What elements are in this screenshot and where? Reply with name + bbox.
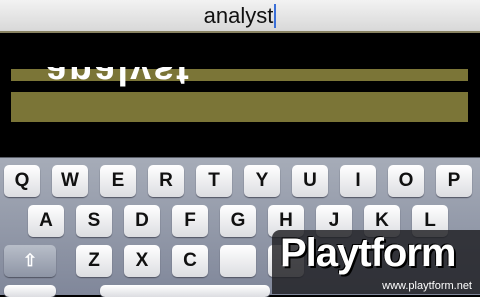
key-f[interactable]: F xyxy=(172,205,208,237)
space-key[interactable] xyxy=(100,285,270,297)
key-q[interactable]: Q xyxy=(4,165,40,197)
shift-key[interactable]: ⇧ xyxy=(4,245,56,277)
key-x[interactable]: X xyxy=(124,245,160,277)
watermark: Playtform www.playtform.net xyxy=(272,230,480,294)
key-p[interactable]: P xyxy=(436,165,472,197)
key-o[interactable]: O xyxy=(388,165,424,197)
key-z[interactable]: Z xyxy=(76,245,112,277)
key-w[interactable]: W xyxy=(52,165,88,197)
word-input-bar[interactable]: analyst xyxy=(0,0,480,33)
number-key[interactable] xyxy=(4,285,56,297)
key-c[interactable]: C xyxy=(172,245,208,277)
key-s[interactable]: S xyxy=(76,205,112,237)
key-t[interactable]: T xyxy=(196,165,232,197)
key-r[interactable]: R xyxy=(148,165,184,197)
key-u[interactable]: U xyxy=(292,165,328,197)
key-y[interactable]: Y xyxy=(244,165,280,197)
key-v[interactable] xyxy=(220,245,256,277)
word-input-text: analyst xyxy=(203,3,274,28)
key-g[interactable]: G xyxy=(220,205,256,237)
answer-bar-bottom xyxy=(11,92,468,122)
key-i[interactable]: I xyxy=(340,165,376,197)
watermark-site: www.playtform.net xyxy=(382,280,472,292)
key-a[interactable]: A xyxy=(28,205,64,237)
word-input[interactable]: analyst xyxy=(0,1,480,31)
game-stage: analyst xyxy=(0,35,480,157)
text-caret xyxy=(274,4,277,28)
key-d[interactable]: D xyxy=(124,205,160,237)
watermark-brand: Playtform xyxy=(280,231,456,275)
flipped-word: analyst xyxy=(46,67,191,91)
key-e[interactable]: E xyxy=(100,165,136,197)
